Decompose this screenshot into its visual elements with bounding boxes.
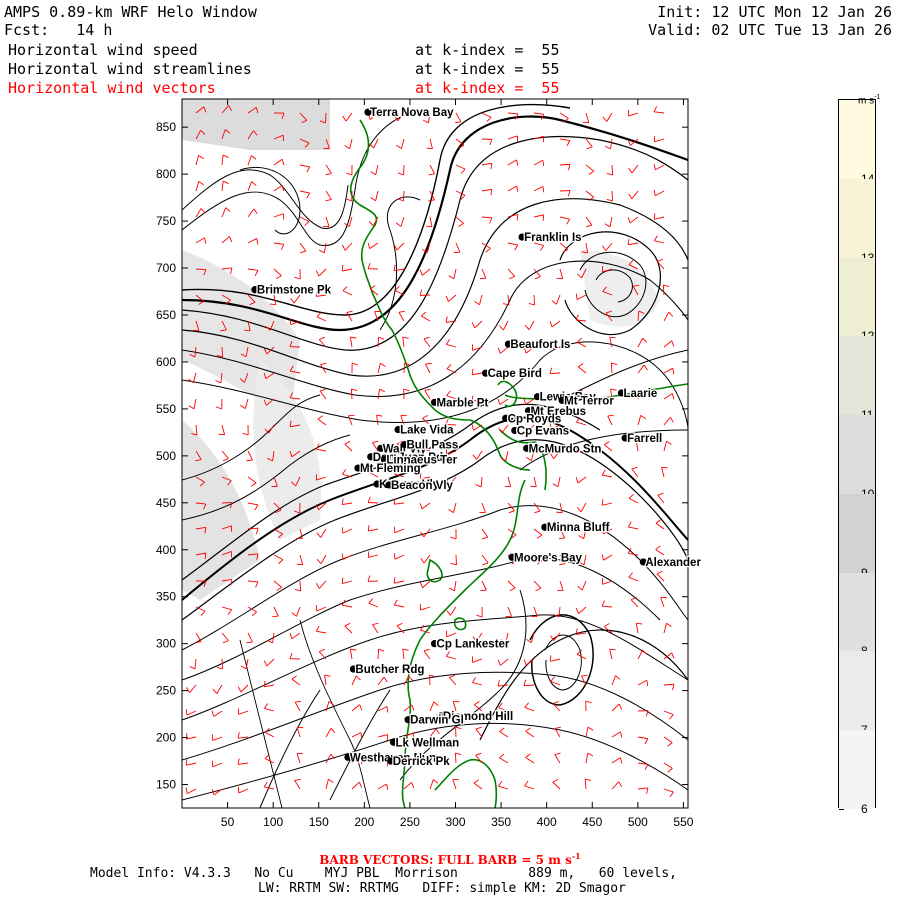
colorbar-segment <box>839 100 875 179</box>
station-label: Laarie <box>623 388 657 400</box>
station-label: Cp Lankester <box>437 639 510 651</box>
barb-legend-text: BARB VECTORS: FULL BARB = 5 m s <box>319 853 572 867</box>
station: Alexander <box>639 556 703 570</box>
station-label: Bull Pass <box>406 440 458 452</box>
station-label: Alexander <box>645 557 701 569</box>
station-label: Minna Bluff <box>547 522 610 534</box>
station: Cape Bird <box>482 367 543 381</box>
station-label: Lake Vida <box>400 425 454 437</box>
y-tick-label: 650 <box>156 308 176 322</box>
colorbar-segment <box>839 730 875 809</box>
y-tick-label: 500 <box>156 449 176 463</box>
x-tick-label: 150 <box>309 815 329 829</box>
x-tick-label: 200 <box>354 815 374 829</box>
colorbar-unit-text: m s <box>858 95 875 107</box>
station: Terra Nova Bay <box>364 106 455 120</box>
station-label: McMurdo Stn <box>529 443 602 455</box>
x-tick-label: 550 <box>673 815 693 829</box>
y-tick-label: 250 <box>156 684 176 698</box>
station: Lake Vida <box>394 423 455 438</box>
station: Cp Royds <box>502 412 563 427</box>
x-tick-label: 500 <box>628 815 648 829</box>
colorbar-tick <box>839 809 844 810</box>
x-tick-label: 250 <box>400 815 420 829</box>
model-info: Model Info: V4.3.3 No Cu MYJ PBL Morriso… <box>90 866 677 881</box>
station-label: Beacon Vly <box>391 480 454 492</box>
y-tick-label: 600 <box>156 355 176 369</box>
station-label: Darwin Gl <box>410 715 464 727</box>
colorbar-segment <box>839 257 875 337</box>
x-tick-label: 50 <box>221 815 235 829</box>
physics-info: LW: RRTM SW: RRTMG DIFF: simple KM: 2D S… <box>258 881 626 896</box>
x-tick-label: 450 <box>582 815 602 829</box>
station-label: Brimstone Pk <box>257 285 332 297</box>
station-label: Mt Fleming <box>360 463 421 475</box>
station: Brimstone Pk <box>251 283 333 298</box>
station: Derrick Pk <box>387 755 452 769</box>
station: Darwin Gl <box>404 713 465 728</box>
station-label: Cp Royds <box>508 413 562 425</box>
station: Moore's Bay <box>508 551 584 566</box>
station: Lk Wellman <box>389 736 460 751</box>
station-label: Cp Evans <box>517 425 569 437</box>
station-label: Terra Nova Bay <box>370 107 454 119</box>
station: Cp Lankester <box>430 637 511 652</box>
colorbar-unit: m s-1 <box>858 94 880 106</box>
station-label: Beaufort Is <box>510 339 570 351</box>
station-label: Franklin Is <box>524 232 582 244</box>
station-label: Lk Wellman <box>396 737 460 749</box>
x-tick-label: 350 <box>491 815 511 829</box>
y-tick-label: 550 <box>156 402 176 416</box>
station: Laarie <box>617 387 659 401</box>
y-tick-label: 350 <box>156 590 176 604</box>
station: McMurdo Stn <box>523 442 603 457</box>
station: Marble Pt <box>430 396 490 411</box>
y-tick-label: 750 <box>156 214 176 228</box>
colorbar: 14131211109876 <box>838 99 876 816</box>
station: Bull Pass <box>400 438 459 453</box>
barb-legend-exp: -1 <box>571 851 581 861</box>
station-label: Marble Pt <box>437 397 489 409</box>
colorbar-segment <box>839 336 875 416</box>
colorbar-segment <box>839 493 875 573</box>
station: Beacon Vly <box>385 479 455 493</box>
station-label: Butcher Rdg <box>355 664 424 676</box>
y-tick-label: 200 <box>156 731 176 745</box>
station-label: Cape Bird <box>488 368 542 380</box>
station: Franklin Is <box>518 231 583 245</box>
station: Farrell <box>621 432 664 446</box>
barb-legend: BARB VECTORS: FULL BARB = 5 m s-1 <box>0 851 900 867</box>
station: Minna Bluff <box>541 521 611 535</box>
colorbar-segment <box>839 415 875 494</box>
x-tick-label: 300 <box>445 815 465 829</box>
y-tick-label: 850 <box>156 120 176 134</box>
wind-map: 50 100 150 200 250 300 350 400 450 500 550 150 200 2… <box>156 98 703 829</box>
y-tick-label: 400 <box>156 543 176 557</box>
colorbar-tick-label: 6 <box>861 802 868 816</box>
station: Beaufort Is <box>504 338 572 352</box>
station-label: Derrick Pk <box>393 756 451 768</box>
colorbar-segment <box>839 651 875 731</box>
colorbar-segment <box>839 572 875 652</box>
station: Butcher Rdg <box>349 663 426 677</box>
colorbar-unit-exp: -1 <box>874 94 881 101</box>
x-tick-label: 400 <box>537 815 557 829</box>
station: Mt Fleming <box>354 462 422 476</box>
y-tick-label: 700 <box>156 261 176 275</box>
colorbar-segment <box>839 178 875 258</box>
y-tick-label: 450 <box>156 496 176 510</box>
y-tick-label: 800 <box>156 167 176 181</box>
station: Cp Evans <box>511 424 570 439</box>
y-tick-label: 300 <box>156 637 176 651</box>
x-tick-label: 100 <box>263 815 283 829</box>
y-tick-label: 150 <box>156 778 176 792</box>
station-label: Farrell <box>627 433 662 445</box>
station-label: Moore's Bay <box>514 552 583 564</box>
